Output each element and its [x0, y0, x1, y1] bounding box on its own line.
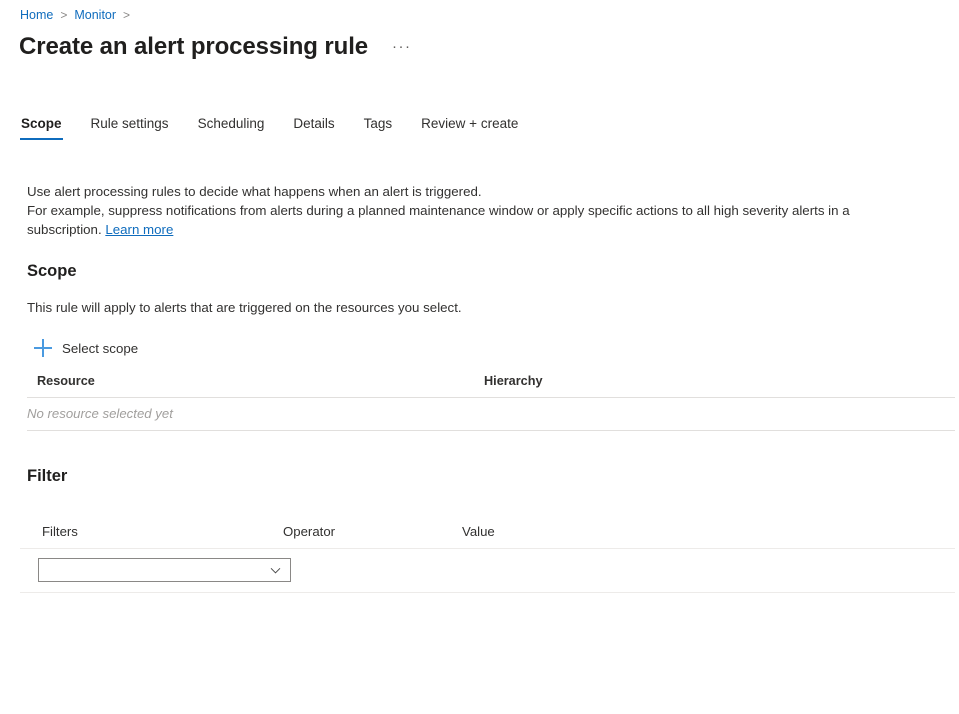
select-scope-button[interactable]: Select scope [30, 336, 144, 360]
breadcrumb: Home > Monitor > [20, 7, 137, 23]
filter-table: Filters Operator Value [20, 524, 955, 593]
filter-table-header: Filters Operator Value [20, 524, 955, 549]
intro-description: Use alert processing rules to decide wha… [27, 182, 953, 239]
column-header-hierarchy: Hierarchy [484, 374, 543, 388]
filter-section-heading: Filter [27, 465, 67, 487]
breadcrumb-item-monitor[interactable]: Monitor [74, 7, 116, 23]
plus-icon [34, 339, 52, 357]
resource-table-header: Resource Hierarchy [27, 374, 955, 398]
breadcrumb-separator-icon: > [60, 7, 67, 23]
resource-table: Resource Hierarchy No resource selected … [27, 374, 955, 431]
column-header-resource: Resource [27, 374, 484, 388]
resource-table-empty-row: No resource selected yet [27, 398, 955, 431]
scope-section-description: This rule will apply to alerts that are … [27, 299, 462, 317]
tab-details[interactable]: Details [292, 114, 335, 140]
chevron-down-icon [270, 565, 281, 576]
tab-review-create[interactable]: Review + create [420, 114, 519, 140]
tab-tags[interactable]: Tags [363, 114, 394, 140]
breadcrumb-item-home[interactable]: Home [20, 7, 53, 23]
ellipsis-icon[interactable]: ··· [388, 38, 416, 56]
tab-scope[interactable]: Scope [20, 114, 63, 140]
column-header-value: Value [462, 524, 955, 539]
scope-section-heading: Scope [27, 260, 77, 282]
column-header-filters: Filters [20, 524, 283, 539]
tab-rule-settings[interactable]: Rule settings [90, 114, 170, 140]
intro-line-1: Use alert processing rules to decide wha… [27, 184, 482, 199]
intro-line-2: For example, suppress notifications from… [27, 201, 953, 239]
learn-more-link[interactable]: Learn more [105, 222, 173, 237]
filter-select[interactable] [38, 558, 291, 582]
tab-scheduling[interactable]: Scheduling [197, 114, 266, 140]
page-header: Create an alert processing rule ··· [19, 32, 416, 62]
select-scope-label: Select scope [62, 341, 138, 356]
breadcrumb-separator-icon: > [123, 7, 130, 23]
tab-bar: Scope Rule settings Scheduling Details T… [20, 114, 519, 140]
column-header-operator: Operator [283, 524, 462, 539]
table-row [20, 549, 955, 593]
page-title: Create an alert processing rule [19, 32, 368, 62]
